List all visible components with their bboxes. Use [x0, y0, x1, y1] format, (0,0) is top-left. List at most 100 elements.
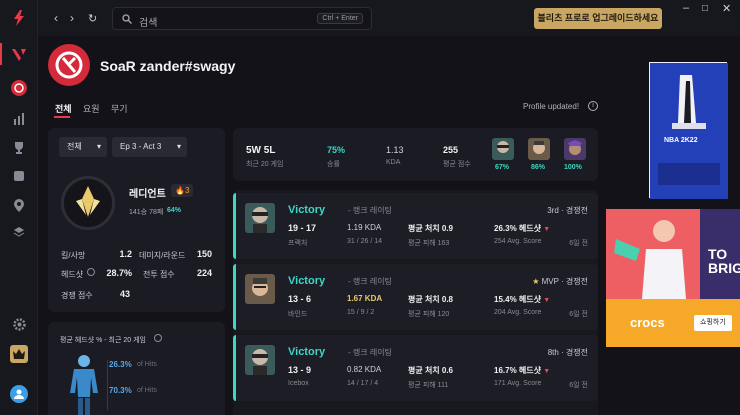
match-headshot-value: 15.4% 헤드샷	[494, 295, 541, 304]
match-mode: - 랭크 레이팅	[348, 206, 392, 215]
match-kda-numbers: 31 / 26 / 14	[347, 238, 383, 245]
stat-value-comp-score: 43	[119, 289, 130, 299]
search-placeholder: 검색	[139, 18, 158, 29]
divider	[107, 360, 108, 410]
match-time-ago: 6일 전	[569, 311, 588, 318]
stats-icon[interactable]	[11, 111, 27, 127]
user-account-icon[interactable]	[10, 385, 28, 403]
match-result: Victory	[288, 275, 326, 287]
info-icon[interactable]	[87, 268, 95, 276]
chevron-down-icon: ▾	[96, 142, 101, 151]
match-headshot: 26.3% 헤드샷 ▼	[494, 223, 550, 234]
match-headshot: 16.7% 헤드샷 ▼	[494, 365, 550, 376]
match-avg-kills: 평균 처치 0.6	[408, 366, 454, 375]
agent-portrait-1[interactable]	[492, 138, 514, 160]
match-score: 19 - 17	[288, 223, 317, 233]
head-hit-suffix: of Hits	[137, 361, 157, 368]
profile-name: SoaR zander#swagy	[100, 58, 236, 74]
match-avg-score: 254 Avg. Score	[494, 238, 542, 245]
ad-headline: TO BRIG	[708, 247, 740, 275]
victory-indicator	[233, 264, 236, 330]
match-map: 프랙처	[288, 240, 308, 247]
match-kda-numbers: 15 / 9 / 2	[347, 309, 375, 316]
stat-value-dmg-round: 150	[196, 249, 212, 259]
summary-score-label: 평균 점수	[443, 161, 471, 168]
search-input[interactable]: 검색 Ctrl + Enter	[112, 7, 372, 30]
match-row[interactable]: Victory - 랭크 레이팅 ★ MVP · 경쟁전 13 - 6 바인드 …	[233, 264, 598, 330]
blitz-logo-icon[interactable]	[11, 10, 27, 26]
match-avg-score: 204 Avg. Score	[494, 309, 542, 316]
maximize-icon[interactable]: □	[702, 3, 708, 14]
match-score: 13 - 9	[288, 365, 312, 375]
stat-value-kd: 1.2	[119, 249, 132, 259]
summary-kda-label: KDA	[386, 159, 401, 166]
pro-crown-icon[interactable]	[10, 345, 28, 363]
victory-indicator	[233, 335, 236, 401]
body-hit-pct: 70.3%	[109, 386, 132, 395]
ad-shop-button[interactable]: 쇼핑하기	[694, 315, 732, 331]
forward-arrow-icon[interactable]: ›	[70, 11, 74, 25]
agent-avatar	[245, 203, 275, 233]
match-score: 13 - 6	[288, 294, 312, 304]
ad-banner-crocs[interactable]: TO BRIG crocs 쇼핑하기	[606, 209, 740, 347]
victory-indicator	[233, 193, 236, 259]
agent-portrait-2[interactable]	[528, 138, 550, 160]
match-kda: 1.67 KDA	[347, 294, 383, 303]
refresh-icon[interactable]: ↻	[88, 12, 97, 25]
body-silhouette-icon	[70, 355, 98, 415]
agent-avatar	[245, 274, 275, 304]
rank-card: 전체 ▾ Ep 3 - Act 3 ▾ 레디언트 🔥3 141승 78패 64% 킬…	[48, 128, 225, 312]
match-mode: - 랭크 레이팅	[348, 277, 392, 286]
match-headshot-value: 26.3% 헤드샷	[494, 224, 541, 233]
close-icon[interactable]: ✕	[722, 2, 731, 15]
match-kda: 1.19 KDA	[347, 223, 382, 232]
agents-icon[interactable]	[11, 168, 27, 184]
crocs-logo: crocs	[630, 315, 665, 330]
match-headshot-value: 16.7% 헤드샷	[494, 366, 541, 375]
match-avg-damage: 평균 피해 120	[408, 311, 450, 318]
ad-banner-playstation[interactable]: NBA 2K22	[649, 62, 728, 199]
valorant-icon[interactable]	[11, 47, 27, 63]
trophy-icon[interactable]	[11, 140, 27, 156]
profile-updated-status: Profile updated!	[523, 102, 580, 111]
match-headshot: 15.4% 헤드샷 ▼	[494, 294, 550, 305]
radiant-rank-icon	[76, 186, 100, 217]
match-place-label: MVP · 경쟁전	[541, 277, 588, 286]
headshot-panel-title: 평균 헤드샷 % - 최근 20 게임	[60, 337, 146, 344]
match-row[interactable]: Victory - 랭크 레이팅 3rd · 경쟁전 19 - 17 프랙처 1…	[233, 193, 598, 259]
minimize-icon[interactable]: –	[683, 2, 689, 14]
map-pin-icon[interactable]	[11, 197, 27, 213]
headshot-panel: 평균 헤드샷 % - 최근 20 게임 26.3% of Hits 70.3% …	[48, 322, 225, 415]
profile-avatar-icon[interactable]	[11, 80, 27, 96]
match-row[interactable]: Victory - 랭크 레이팅 8th · 경쟁전 13 - 9 Icebox…	[233, 335, 598, 401]
tab-overview[interactable]: 전체	[55, 102, 72, 115]
summary-score: 255	[443, 145, 459, 155]
profile-avatar	[48, 44, 90, 86]
match-place: 8th · 경쟁전	[547, 348, 588, 357]
layers-icon[interactable]	[11, 224, 27, 240]
stat-value-combat-score: 224	[196, 268, 212, 278]
match-kda: 0.82 KDA	[347, 365, 382, 374]
summary-winrate: 75%	[327, 145, 346, 155]
rank-winrate-value: 64%	[167, 207, 182, 214]
back-arrow-icon[interactable]: ‹	[54, 11, 58, 25]
info-icon[interactable]	[154, 334, 162, 342]
tab-agents[interactable]: 요원	[83, 102, 100, 115]
tab-weapons[interactable]: 무기	[111, 102, 128, 115]
stat-label-kd: 킬/사망	[61, 251, 86, 260]
stat-label-comp-score: 경쟁 점수	[61, 291, 93, 300]
summary-winrate-label: 승률	[327, 161, 340, 168]
match-time-ago: 6일 전	[569, 382, 588, 389]
stat-label-dmg-round: 데미지/라운드	[139, 251, 186, 260]
body-hit-suffix: of Hits	[137, 387, 157, 394]
settings-gear-icon[interactable]	[11, 316, 27, 332]
mode-dropdown[interactable]: 전체 ▾	[59, 137, 107, 157]
match-map: 바인드	[288, 311, 308, 318]
stat-value-headshot: 28.7%	[106, 268, 132, 278]
info-icon[interactable]: i	[588, 101, 598, 111]
sidebar	[0, 0, 38, 415]
agent-portrait-3[interactable]	[564, 138, 586, 160]
agent-winrate-2: 86%	[531, 164, 546, 171]
act-dropdown[interactable]: Ep 3 - Act 3 ▾	[112, 137, 187, 157]
upgrade-button[interactable]: 블리츠 프로로 업그레이드하세요	[534, 8, 662, 29]
